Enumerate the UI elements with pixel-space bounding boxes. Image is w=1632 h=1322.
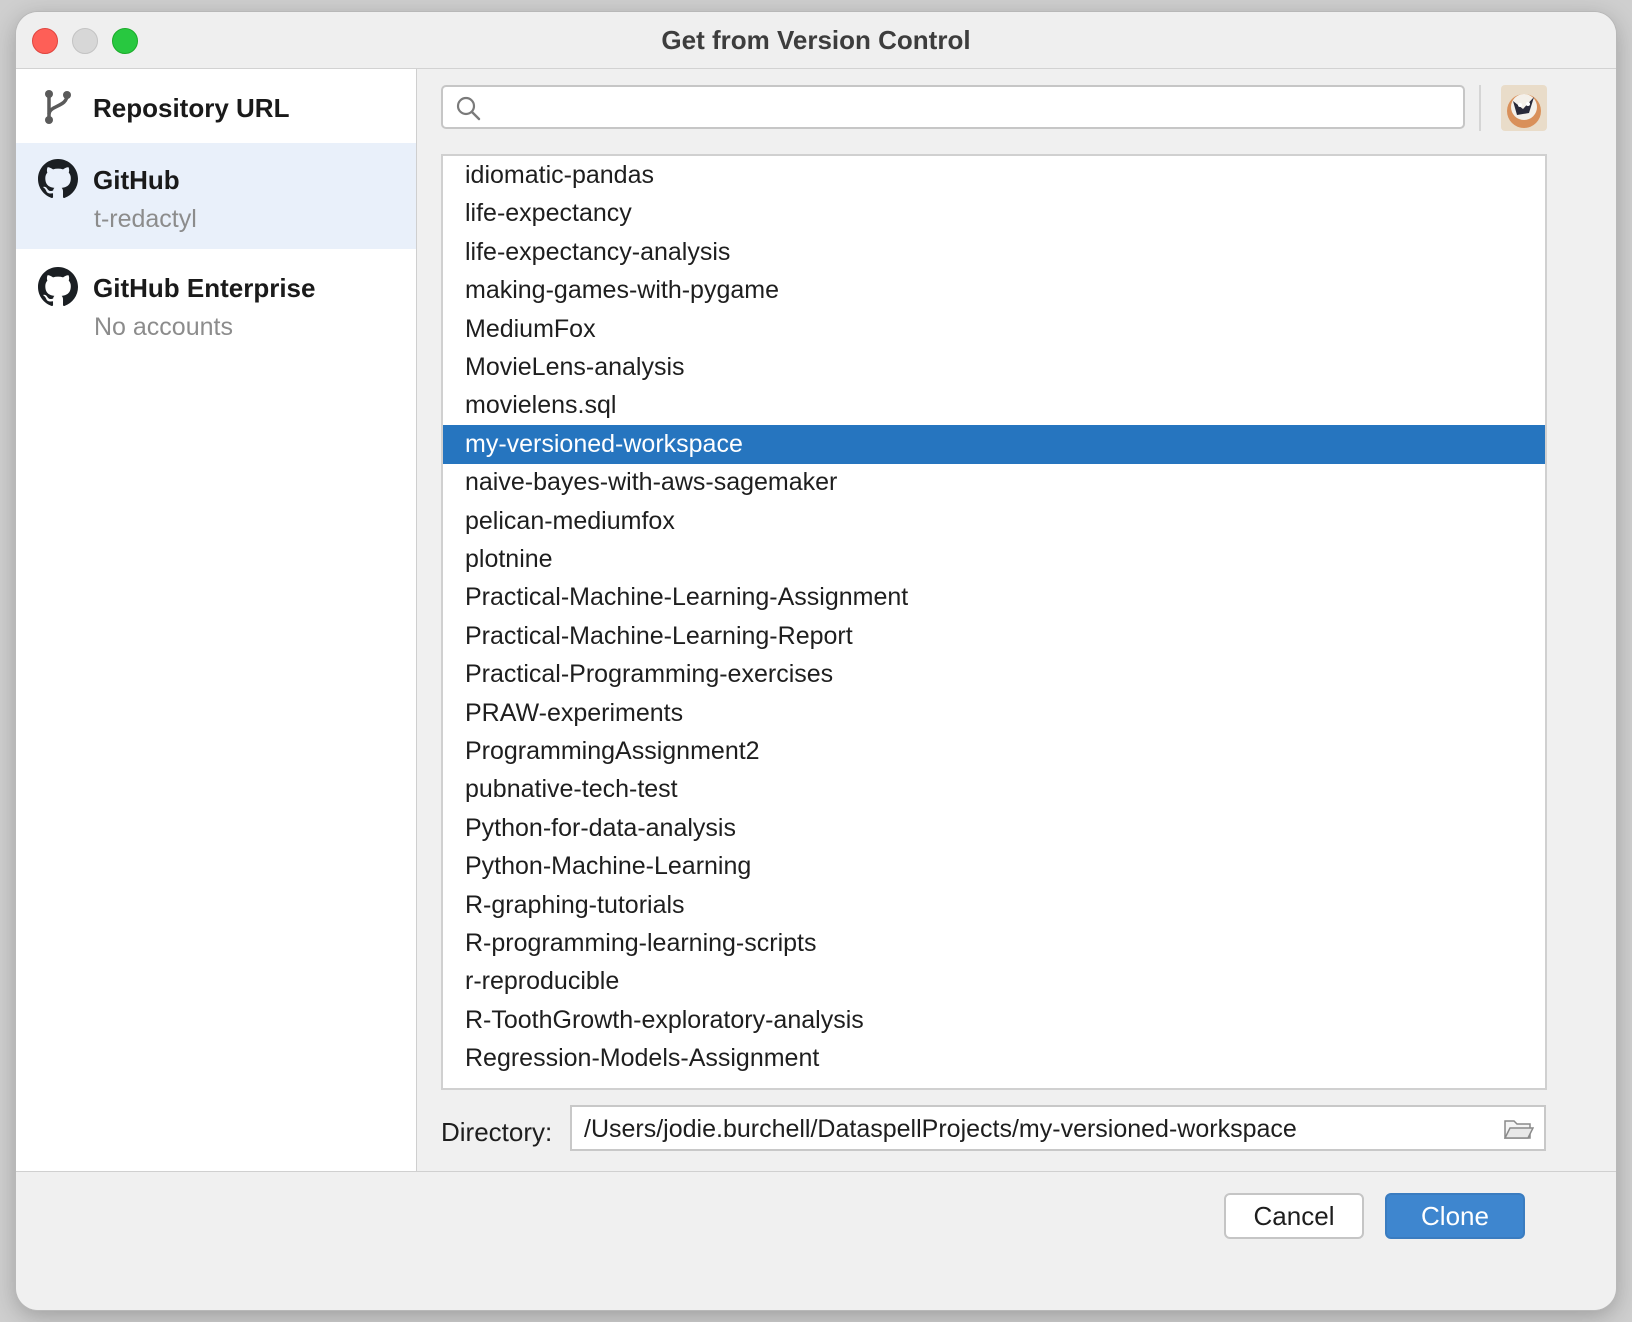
dialog-window: Get from Version Control Repository URL … <box>16 12 1616 1310</box>
repo-list-item[interactable]: Python-for-data-analysis <box>443 809 1545 848</box>
sidebar-item-repository-url[interactable]: Repository URL <box>16 69 416 143</box>
enterprise-accounts-status: No accounts <box>94 313 233 341</box>
repo-list-item[interactable]: R-graphing-tutorials <box>443 886 1545 925</box>
repo-list-item[interactable]: idiomatic-pandas <box>443 156 1545 195</box>
search-box[interactable] <box>441 85 1465 129</box>
github-account-name: t-redactyl <box>94 205 197 233</box>
repo-list-item[interactable]: Practical-Machine-Learning-Report <box>443 617 1545 656</box>
sidebar: Repository URL GitHub t-redactyl GitHub … <box>16 69 417 1218</box>
repo-list-item[interactable]: MediumFox <box>443 310 1545 349</box>
repo-list-item[interactable]: life-expectancy <box>443 194 1545 233</box>
cancel-button[interactable]: Cancel <box>1224 1193 1364 1239</box>
repo-list-item[interactable]: naive-bayes-with-aws-sagemaker <box>443 463 1545 502</box>
search-icon <box>456 96 481 121</box>
repo-list-item[interactable]: Python-Machine-Learning <box>443 847 1545 886</box>
main-panel: idiomatic-pandas life-expectancy life-expe… <box>417 69 1616 1218</box>
sidebar-item-label: GitHub Enterprise <box>93 273 316 303</box>
folder-icon[interactable] <box>1504 1117 1534 1141</box>
sidebar-item-label: GitHub <box>93 165 180 195</box>
sidebar-item-label: Repository URL <box>93 93 290 123</box>
dialog-footer <box>16 1171 1616 1310</box>
sidebar-item-github[interactable]: GitHub t-redactyl <box>16 143 416 249</box>
directory-label: Directory: <box>441 1117 553 1147</box>
account-avatar[interactable] <box>1501 85 1547 131</box>
title-bar: Get from Version Control <box>16 12 1616 69</box>
repository-list[interactable]: idiomatic-pandas life-expectancy life-expe… <box>441 154 1547 1090</box>
repo-list-item[interactable]: Practical-Programming-exercises <box>443 655 1545 694</box>
search-input[interactable] <box>487 91 1451 125</box>
repo-list-item[interactable]: life-expectancy-analysis <box>443 233 1545 272</box>
repo-list-item[interactable]: Practical-Machine-Learning-Assignment <box>443 578 1545 617</box>
repo-list-item[interactable]: pelican-mediumfox <box>443 502 1545 541</box>
repo-list-item[interactable]: Regression-Models-Assignment <box>443 1039 1545 1078</box>
clone-button[interactable]: Clone <box>1385 1193 1525 1239</box>
toolbar-divider <box>1479 85 1481 131</box>
avatar-image <box>1501 85 1547 131</box>
git-branch-icon <box>45 90 71 124</box>
repo-list-item[interactable]: R-programming-learning-scripts <box>443 924 1545 963</box>
repo-list-item[interactable]: PRAW-experiments <box>443 694 1545 733</box>
repo-list-item[interactable]: making-games-with-pygame <box>443 271 1545 310</box>
github-icon <box>38 159 78 199</box>
repo-list-item[interactable]: R-ToothGrowth-exploratory-analysis <box>443 1001 1545 1040</box>
repo-list-item[interactable]: ProgrammingAssignment2 <box>443 732 1545 771</box>
repo-list-item[interactable]: MovieLens-analysis <box>443 348 1545 387</box>
sidebar-item-github-enterprise[interactable]: GitHub Enterprise No accounts <box>16 249 416 359</box>
repo-list-item[interactable]: movielens.sql <box>443 386 1545 425</box>
github-icon <box>38 267 78 307</box>
repo-list-item[interactable]: r-reproducible <box>443 962 1545 1001</box>
repo-list-item-selected[interactable]: my-versioned-workspace <box>443 424 1545 464</box>
directory-input[interactable] <box>582 1111 1486 1147</box>
repo-list-item[interactable]: plotnine <box>443 540 1545 579</box>
repo-list-item[interactable]: pubnative-tech-test <box>443 770 1545 809</box>
window-title: Get from Version Control <box>661 25 971 55</box>
directory-field[interactable] <box>570 1105 1546 1151</box>
